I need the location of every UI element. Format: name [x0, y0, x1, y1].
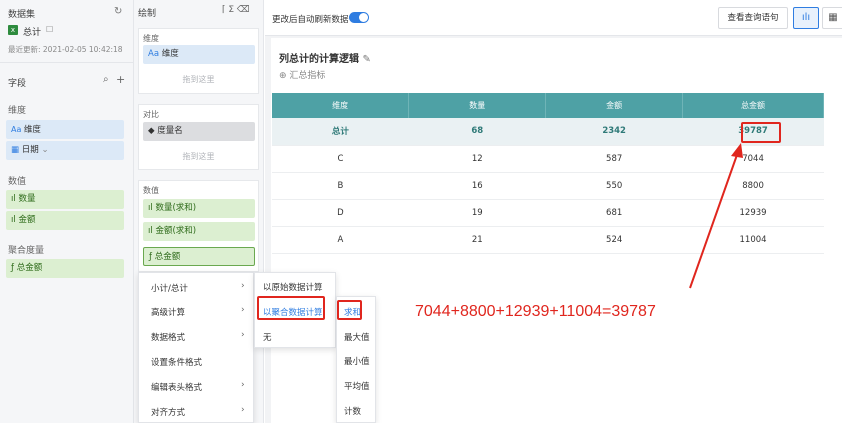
arrow-line	[689, 151, 739, 289]
annotation-arrow	[689, 143, 743, 289]
arrow-head	[731, 143, 743, 158]
